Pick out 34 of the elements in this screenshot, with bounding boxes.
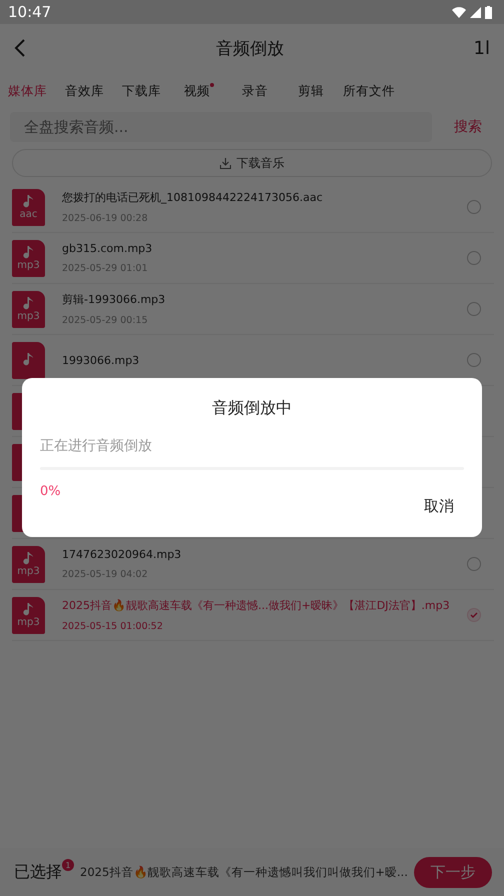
file-name: 1747623020964.mp3: [62, 548, 182, 561]
tab[interactable]: 视频: [184, 82, 242, 100]
file-date: 2025-05-15 01:00:52: [62, 621, 164, 632]
search-field[interactable]: 全盘搜索音频...: [10, 112, 432, 142]
file-row[interactable]: mp3 2025抖音🔥靓歌高速车载《有一种遗憾...做我们+暧昧》【湛江DJ法官】.mp3 2025-05-15 01:00:52: [12, 590, 494, 641]
tab[interactable]: 媒体库: [8, 82, 65, 100]
count-badge: 1: [62, 859, 74, 871]
cancel-button[interactable]: 取消: [414, 497, 464, 516]
selected-label: 已选择: [14, 862, 62, 882]
file-extension: mp3: [17, 566, 40, 576]
dialog-message: 正在进行音频倒放: [40, 437, 153, 455]
tab[interactable]: 下载库: [122, 82, 184, 100]
file-extension: aac: [20, 208, 38, 220]
page-title: 音频倒放: [216, 38, 284, 60]
file-name: gb315.com.mp3: [62, 242, 154, 255]
file-extension: mp3: [17, 616, 40, 628]
tab[interactable]: 剪辑: [298, 82, 343, 100]
next-step-button[interactable]: 下一步: [414, 856, 492, 888]
progress-percent: 0%: [40, 484, 61, 499]
file-extension: mp3: [17, 310, 40, 322]
selected-file-name: 2025抖音🔥靓歌高速车载《有一种遗憾叫我们叫做我们+暧...: [80, 864, 409, 880]
status-time: 10:47: [8, 3, 52, 21]
search-button[interactable]: 搜索: [442, 118, 494, 136]
file-name: 1993066.mp3: [62, 354, 140, 366]
sort-button[interactable]: 1l: [474, 38, 490, 58]
dialog-title: 音频倒放中: [212, 398, 292, 419]
tab[interactable]: 所有文件: [343, 82, 413, 100]
file-name: 剪辑-1993066.mp3: [62, 292, 166, 307]
file-name: 您拨打的电话已死机_1081098442224173056.aac: [62, 190, 324, 205]
download-music-button[interactable]: 下载音乐: [12, 149, 492, 177]
tab[interactable]: 音效库: [65, 82, 122, 100]
file-name: 2025抖音🔥靓歌高速车载《有一种遗憾...做我们+暧昧》【湛江DJ法官】.mp3: [62, 598, 451, 613]
file-extension: mp3: [17, 260, 40, 270]
tab[interactable]: 录音: [242, 82, 298, 100]
